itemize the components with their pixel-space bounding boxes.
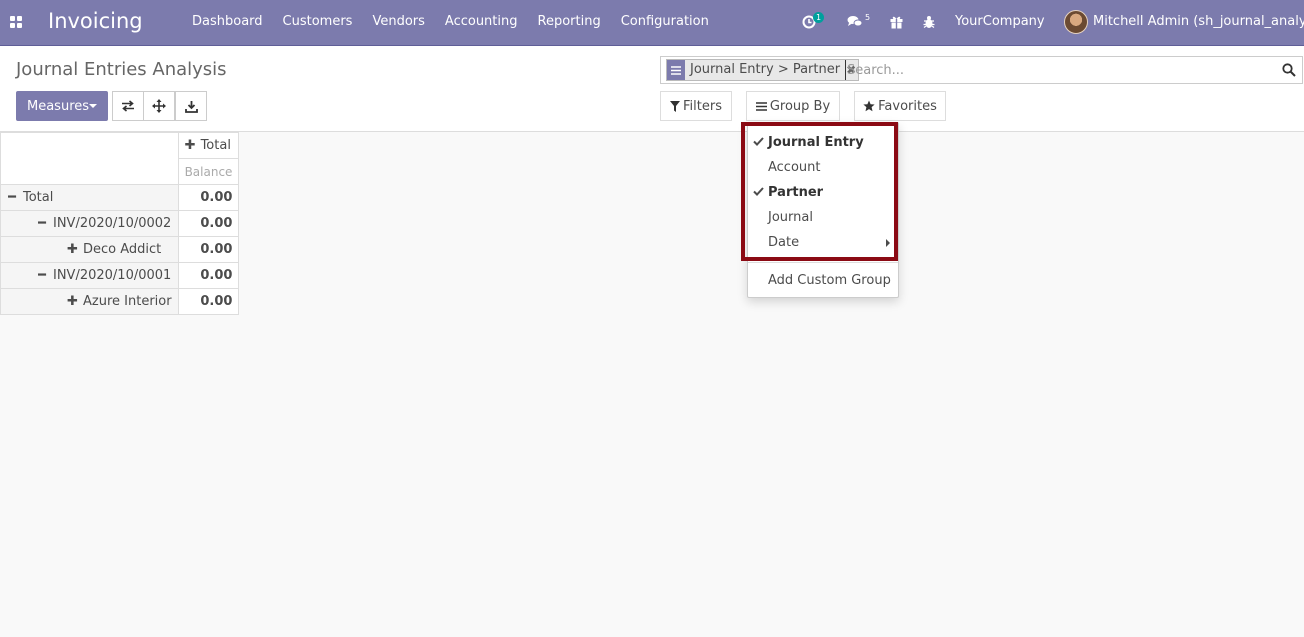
facet-label: Journal Entry > Partner: [690, 62, 841, 77]
row-header-total[interactable]: ━ Total: [0, 184, 179, 211]
menu-item-dashboard[interactable]: Dashboard: [192, 14, 263, 29]
cell-value[interactable]: 0.00: [177, 210, 240, 237]
plus-icon: ✚: [184, 138, 196, 153]
filter-icon: [670, 100, 681, 112]
search-icon[interactable]: [1282, 63, 1296, 77]
user-menu[interactable]: Mitchell Admin (sh_journal_analysis): [1093, 14, 1304, 29]
pivot-col-header-total[interactable]: ✚ Total: [177, 132, 240, 159]
check-icon: [753, 187, 764, 196]
activity-button[interactable]: 1: [802, 12, 825, 32]
groupby-option-date[interactable]: Date: [748, 231, 898, 255]
groupby-label: Group By: [769, 98, 831, 114]
measures-button[interactable]: Measures: [16, 91, 108, 121]
caret-right-icon: [886, 239, 890, 247]
apps-menu-icon[interactable]: [10, 16, 22, 28]
search-input[interactable]: [845, 60, 1275, 80]
cell-value[interactable]: 0.00: [177, 288, 240, 315]
favorites-label: Favorites: [878, 98, 937, 114]
gift-button[interactable]: [890, 12, 903, 32]
dropdown-divider: [748, 262, 898, 263]
row-header-inv-0001[interactable]: ━ INV/2020/10/0001: [0, 262, 179, 289]
bars-icon: [755, 101, 767, 111]
cell-value[interactable]: 0.00: [177, 236, 240, 263]
groupby-option-journal[interactable]: Journal: [748, 206, 898, 230]
favorites-button[interactable]: Favorites: [854, 91, 946, 121]
messages-count-badge: 5: [865, 13, 871, 22]
download-icon: [184, 100, 198, 113]
expand-all-button[interactable]: [143, 91, 175, 121]
measure-header[interactable]: Balance: [177, 158, 240, 185]
activity-count-badge: 1: [813, 12, 825, 23]
chat-icon: [847, 16, 863, 27]
gift-icon: [890, 16, 903, 29]
measures-label: Measures: [27, 98, 90, 114]
filters-label: Filters: [683, 98, 722, 114]
groupby-option-account[interactable]: Account: [748, 156, 898, 180]
main-menu: Dashboard Customers Vendors Accounting R…: [192, 14, 729, 29]
caret-down-icon: [89, 104, 97, 108]
row-header-azure-interior[interactable]: ✚ Azure Interior: [0, 288, 179, 315]
minus-icon: ━: [38, 216, 46, 231]
top-navbar: Invoicing Dashboard Customers Vendors Ac…: [0, 0, 1304, 46]
arrows-icon: [152, 99, 166, 113]
row-header-deco-addict[interactable]: ✚ Deco Addict: [0, 236, 179, 263]
page-title: Journal Entries Analysis: [16, 59, 227, 80]
plus-icon: ✚: [67, 242, 78, 257]
filters-button[interactable]: Filters: [660, 91, 732, 121]
menu-item-customers[interactable]: Customers: [283, 14, 353, 29]
exchange-icon: [122, 100, 134, 112]
star-icon: [863, 100, 875, 112]
table-row: ✚ Deco Addict 0.00: [0, 236, 240, 263]
pivot-table: ✚ Total Balance ━ Total 0.00 ━ INV/2020/10/…: [0, 132, 240, 315]
groupby-option-journal-entry[interactable]: Journal Entry: [748, 131, 898, 155]
menu-item-reporting[interactable]: Reporting: [538, 14, 601, 29]
minus-icon: ━: [38, 268, 46, 283]
minus-icon: ━: [8, 190, 16, 205]
add-custom-group-button[interactable]: Add Custom Group: [748, 269, 898, 293]
debug-button[interactable]: [923, 12, 935, 32]
cell-value[interactable]: 0.00: [177, 184, 240, 211]
groupby-button[interactable]: Group By: [746, 91, 840, 121]
menu-item-vendors[interactable]: Vendors: [372, 14, 424, 29]
search-box: Journal Entry > Partner ✖: [660, 56, 1303, 84]
company-switcher[interactable]: YourCompany: [955, 14, 1045, 29]
flip-axis-button[interactable]: [112, 91, 144, 121]
pivot-corner: [0, 132, 179, 185]
table-row: ━ INV/2020/10/0001 0.00: [0, 262, 240, 289]
search-facet: Journal Entry > Partner ✖: [666, 59, 860, 81]
menu-item-configuration[interactable]: Configuration: [621, 14, 709, 29]
control-panel: Journal Entries Analysis Measures Journa…: [0, 46, 1304, 132]
bug-icon: [923, 16, 935, 28]
table-row: ━ Total 0.00: [0, 184, 240, 211]
check-icon: [753, 137, 764, 146]
app-name[interactable]: Invoicing: [48, 9, 143, 33]
col-header-label: Total: [200, 138, 231, 153]
row-header-inv-0002[interactable]: ━ INV/2020/10/0002: [0, 210, 179, 237]
messages-button[interactable]: 5: [847, 12, 870, 32]
groupby-dropdown: Journal Entry Account Partner Journal Da…: [747, 122, 899, 298]
menu-item-accounting[interactable]: Accounting: [445, 14, 518, 29]
groupby-facet-icon: [667, 60, 685, 80]
groupby-option-partner[interactable]: Partner: [748, 181, 898, 205]
table-row: ━ INV/2020/10/0002 0.00: [0, 210, 240, 237]
user-avatar[interactable]: [1064, 10, 1088, 34]
cell-value[interactable]: 0.00: [177, 262, 240, 289]
table-row: ✚ Azure Interior 0.00: [0, 288, 240, 315]
download-button[interactable]: [175, 91, 207, 121]
plus-icon: ✚: [67, 294, 78, 309]
